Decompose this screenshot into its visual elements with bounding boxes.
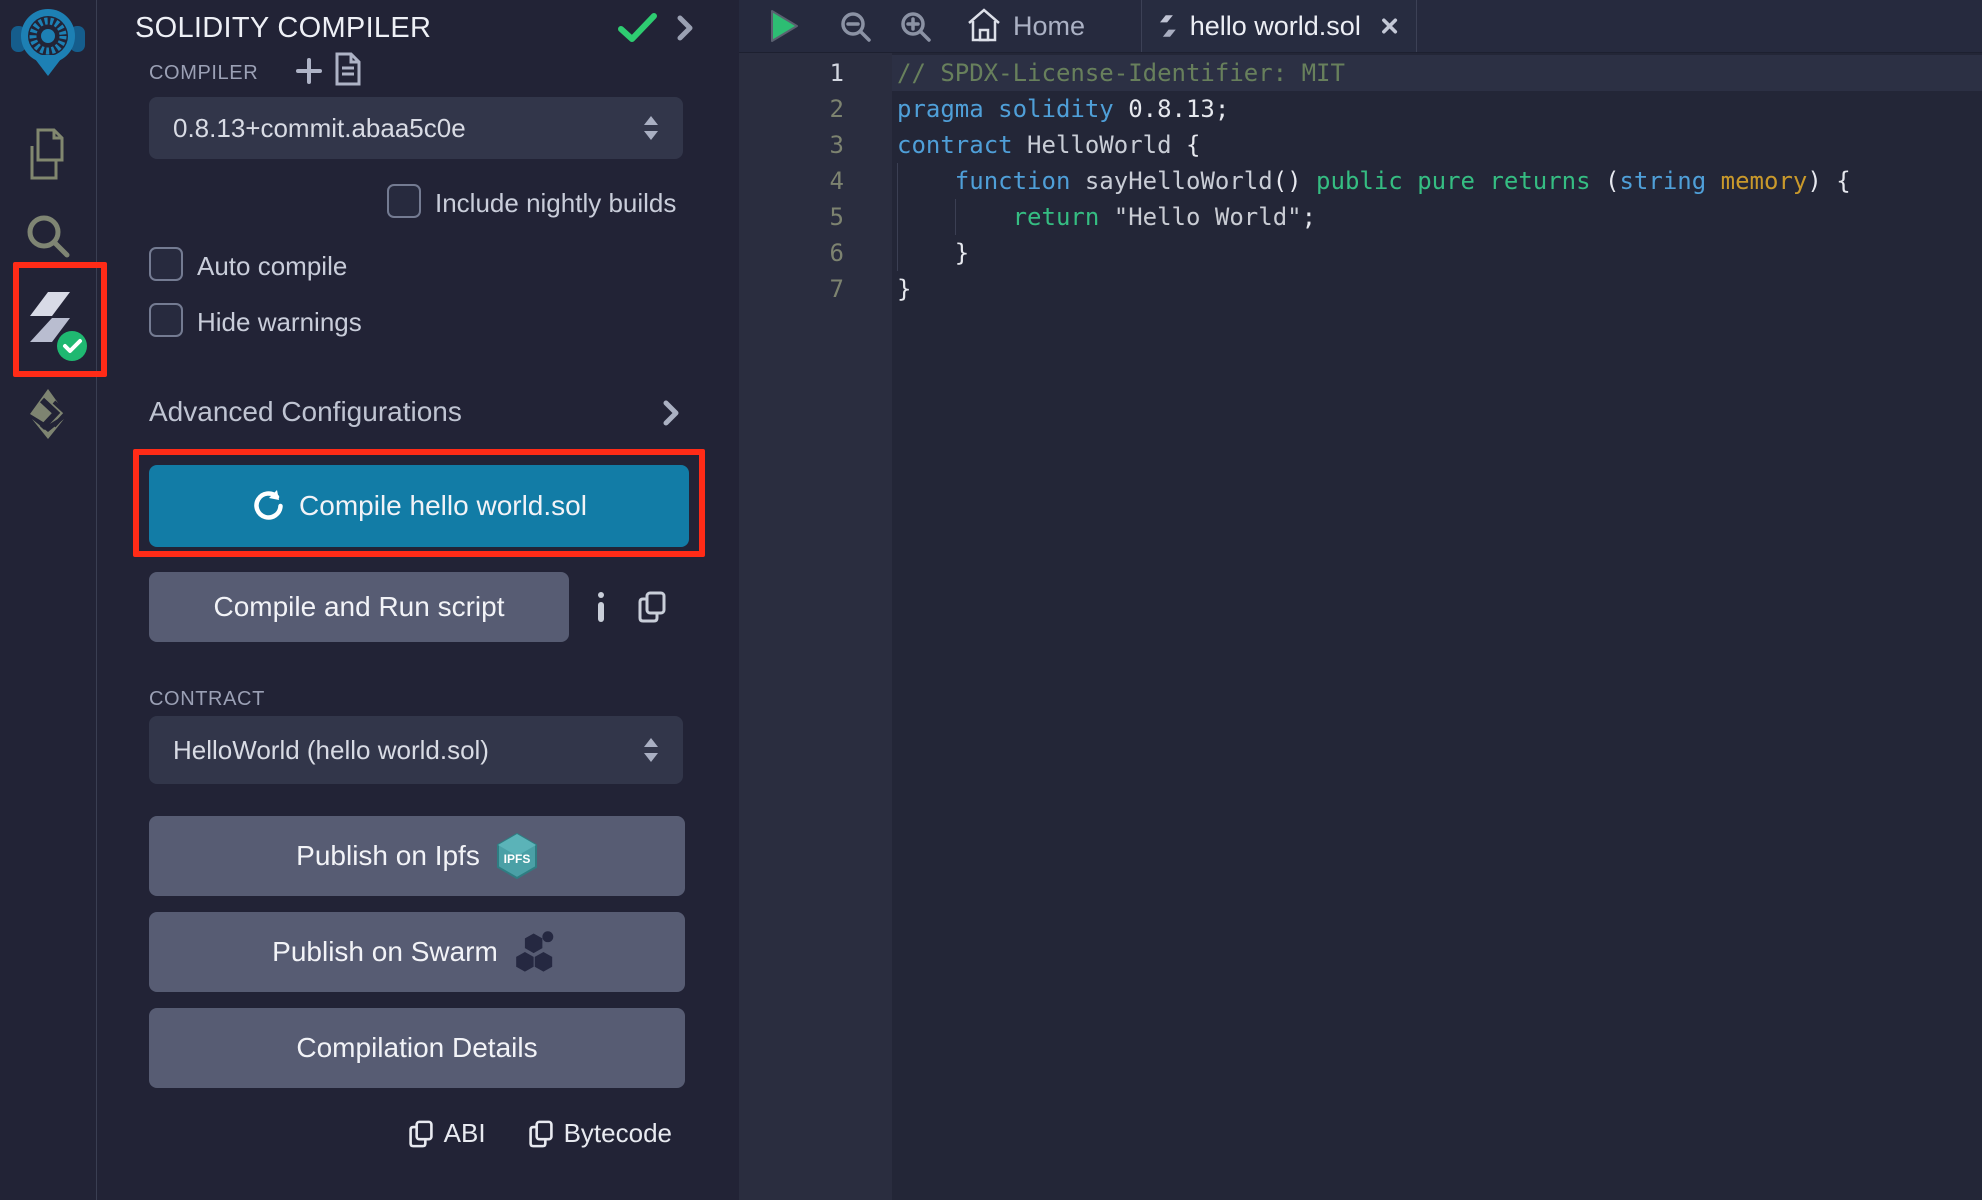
- copy-icon: [408, 1119, 434, 1149]
- compile-button-label: Compile hello world.sol: [299, 490, 587, 522]
- compile-and-run-label: Compile and Run script: [213, 591, 504, 623]
- code-editor[interactable]: 1 // SPDX-License-Identifier: MIT 2 pragma …: [739, 53, 1982, 1200]
- run-script-play-button[interactable]: [769, 9, 799, 43]
- add-compiler-icon[interactable]: [295, 57, 323, 85]
- code-text: pragma solidity 0.8.13;: [897, 91, 1229, 127]
- editor-tabbar: Home hello world.sol: [739, 0, 1982, 53]
- editor-area: Home hello world.sol 1 // SPDX-License-Id…: [739, 0, 1982, 1200]
- select-arrows-icon: [643, 114, 659, 142]
- close-tab-icon[interactable]: [1381, 14, 1398, 38]
- line-number: 6: [739, 235, 844, 271]
- zoom-out-icon[interactable]: [839, 10, 873, 44]
- line-number: 5: [739, 199, 844, 235]
- code-line: 6 }: [739, 235, 1982, 271]
- contract-select[interactable]: HelloWorld (hello world.sol): [149, 716, 683, 784]
- code-text: return "Hello World";: [897, 199, 1316, 235]
- tab-hello-world-sol[interactable]: hello world.sol: [1141, 0, 1417, 52]
- solidity-compiler-panel: SOLIDITY COMPILER COMPILER 0.8.13: [97, 0, 738, 1200]
- publish-ipfs-button[interactable]: Publish on Ipfs IPFS: [149, 816, 685, 896]
- compiler-section-label: COMPILER: [149, 62, 258, 85]
- abi-label: ABI: [444, 1118, 486, 1149]
- line-number: 3: [739, 127, 844, 163]
- code-line: 2 pragma solidity 0.8.13;: [739, 91, 1982, 127]
- auto-compile-label: Auto compile: [197, 251, 347, 282]
- advanced-chevron-icon[interactable]: [661, 398, 681, 428]
- nightly-builds-checkbox[interactable]: [387, 184, 421, 218]
- panel-title: SOLIDITY COMPILER: [135, 12, 431, 45]
- line-number: 2: [739, 91, 844, 127]
- refresh-icon: [251, 490, 283, 522]
- select-arrows-icon: [643, 736, 659, 764]
- publish-swarm-button[interactable]: Publish on Swarm: [149, 912, 685, 992]
- hide-warnings-checkbox[interactable]: [149, 303, 183, 337]
- copy-bytecode-button[interactable]: Bytecode: [528, 1118, 672, 1149]
- code-lines: 1 // SPDX-License-Identifier: MIT 2 pragma …: [739, 55, 1982, 307]
- copy-abi-button[interactable]: ABI: [408, 1118, 486, 1149]
- solidity-compiler-icon[interactable]: [26, 290, 88, 366]
- icon-rail: [0, 0, 97, 1200]
- compiler-version-value: 0.8.13+commit.abaa5c0e: [173, 113, 466, 144]
- copy-icon: [528, 1119, 554, 1149]
- publish-ipfs-label: Publish on Ipfs: [296, 840, 480, 872]
- solidity-file-icon: [1160, 11, 1176, 41]
- file-explorer-icon[interactable]: [24, 126, 74, 182]
- swarm-icon: [514, 928, 562, 976]
- line-number: 1: [739, 55, 844, 91]
- tab-home[interactable]: Home: [967, 8, 1085, 44]
- compilation-details-label: Compilation Details: [296, 1032, 537, 1064]
- nightly-builds-label: Include nightly builds: [435, 188, 676, 219]
- code-line: 5 return "Hello World";: [739, 199, 1982, 235]
- ipfs-badge-text: IPFS: [503, 852, 530, 866]
- code-text: }: [897, 271, 911, 307]
- advanced-configurations[interactable]: Advanced Configurations: [149, 396, 462, 428]
- search-icon[interactable]: [24, 212, 72, 260]
- remix-ide-window: SOLIDITY COMPILER COMPILER 0.8.13: [0, 0, 1982, 1200]
- compiler-file-icon[interactable]: [335, 52, 361, 86]
- abi-bytecode-row: ABI Bytecode: [408, 1118, 672, 1149]
- line-number: 4: [739, 163, 844, 199]
- compile-and-run-button[interactable]: Compile and Run script: [149, 572, 569, 642]
- tab-home-label: Home: [1013, 11, 1085, 42]
- zoom-in-icon[interactable]: [899, 10, 933, 44]
- compile-button[interactable]: Compile hello world.sol: [149, 465, 689, 547]
- compilation-details-button[interactable]: Compilation Details: [149, 1008, 685, 1088]
- home-icon: [967, 8, 1001, 44]
- bytecode-label: Bytecode: [564, 1118, 672, 1149]
- code-line: 1 // SPDX-License-Identifier: MIT: [739, 55, 1982, 91]
- auto-compile-checkbox[interactable]: [149, 247, 183, 281]
- line-number: 7: [739, 271, 844, 307]
- ipfs-icon: IPFS: [496, 833, 538, 879]
- code-line: 7}: [739, 271, 1982, 307]
- code-line: 3 contract HelloWorld {: [739, 127, 1982, 163]
- contract-select-value: HelloWorld (hello world.sol): [173, 735, 489, 766]
- compiler-version-select[interactable]: 0.8.13+commit.abaa5c0e: [149, 97, 683, 159]
- code-text: function sayHelloWorld() public pure ret…: [897, 163, 1851, 199]
- info-icon[interactable]: [597, 592, 605, 622]
- publish-swarm-label: Publish on Swarm: [272, 936, 498, 968]
- code-text: // SPDX-License-Identifier: MIT: [897, 55, 1345, 91]
- code-text: }: [897, 235, 969, 271]
- compiled-check-icon: [617, 12, 659, 44]
- deploy-run-icon[interactable]: [24, 388, 74, 440]
- hide-warnings-label: Hide warnings: [197, 307, 362, 338]
- copy-script-icon[interactable]: [637, 590, 667, 624]
- code-text: contract HelloWorld {: [897, 127, 1200, 163]
- contract-section-label: CONTRACT: [149, 688, 265, 711]
- remix-logo-icon: [10, 6, 86, 78]
- panel-chevron-right-icon[interactable]: [675, 14, 695, 42]
- code-line: 4 function sayHelloWorld() public pure r…: [739, 163, 1982, 199]
- tab-file-label: hello world.sol: [1190, 11, 1361, 42]
